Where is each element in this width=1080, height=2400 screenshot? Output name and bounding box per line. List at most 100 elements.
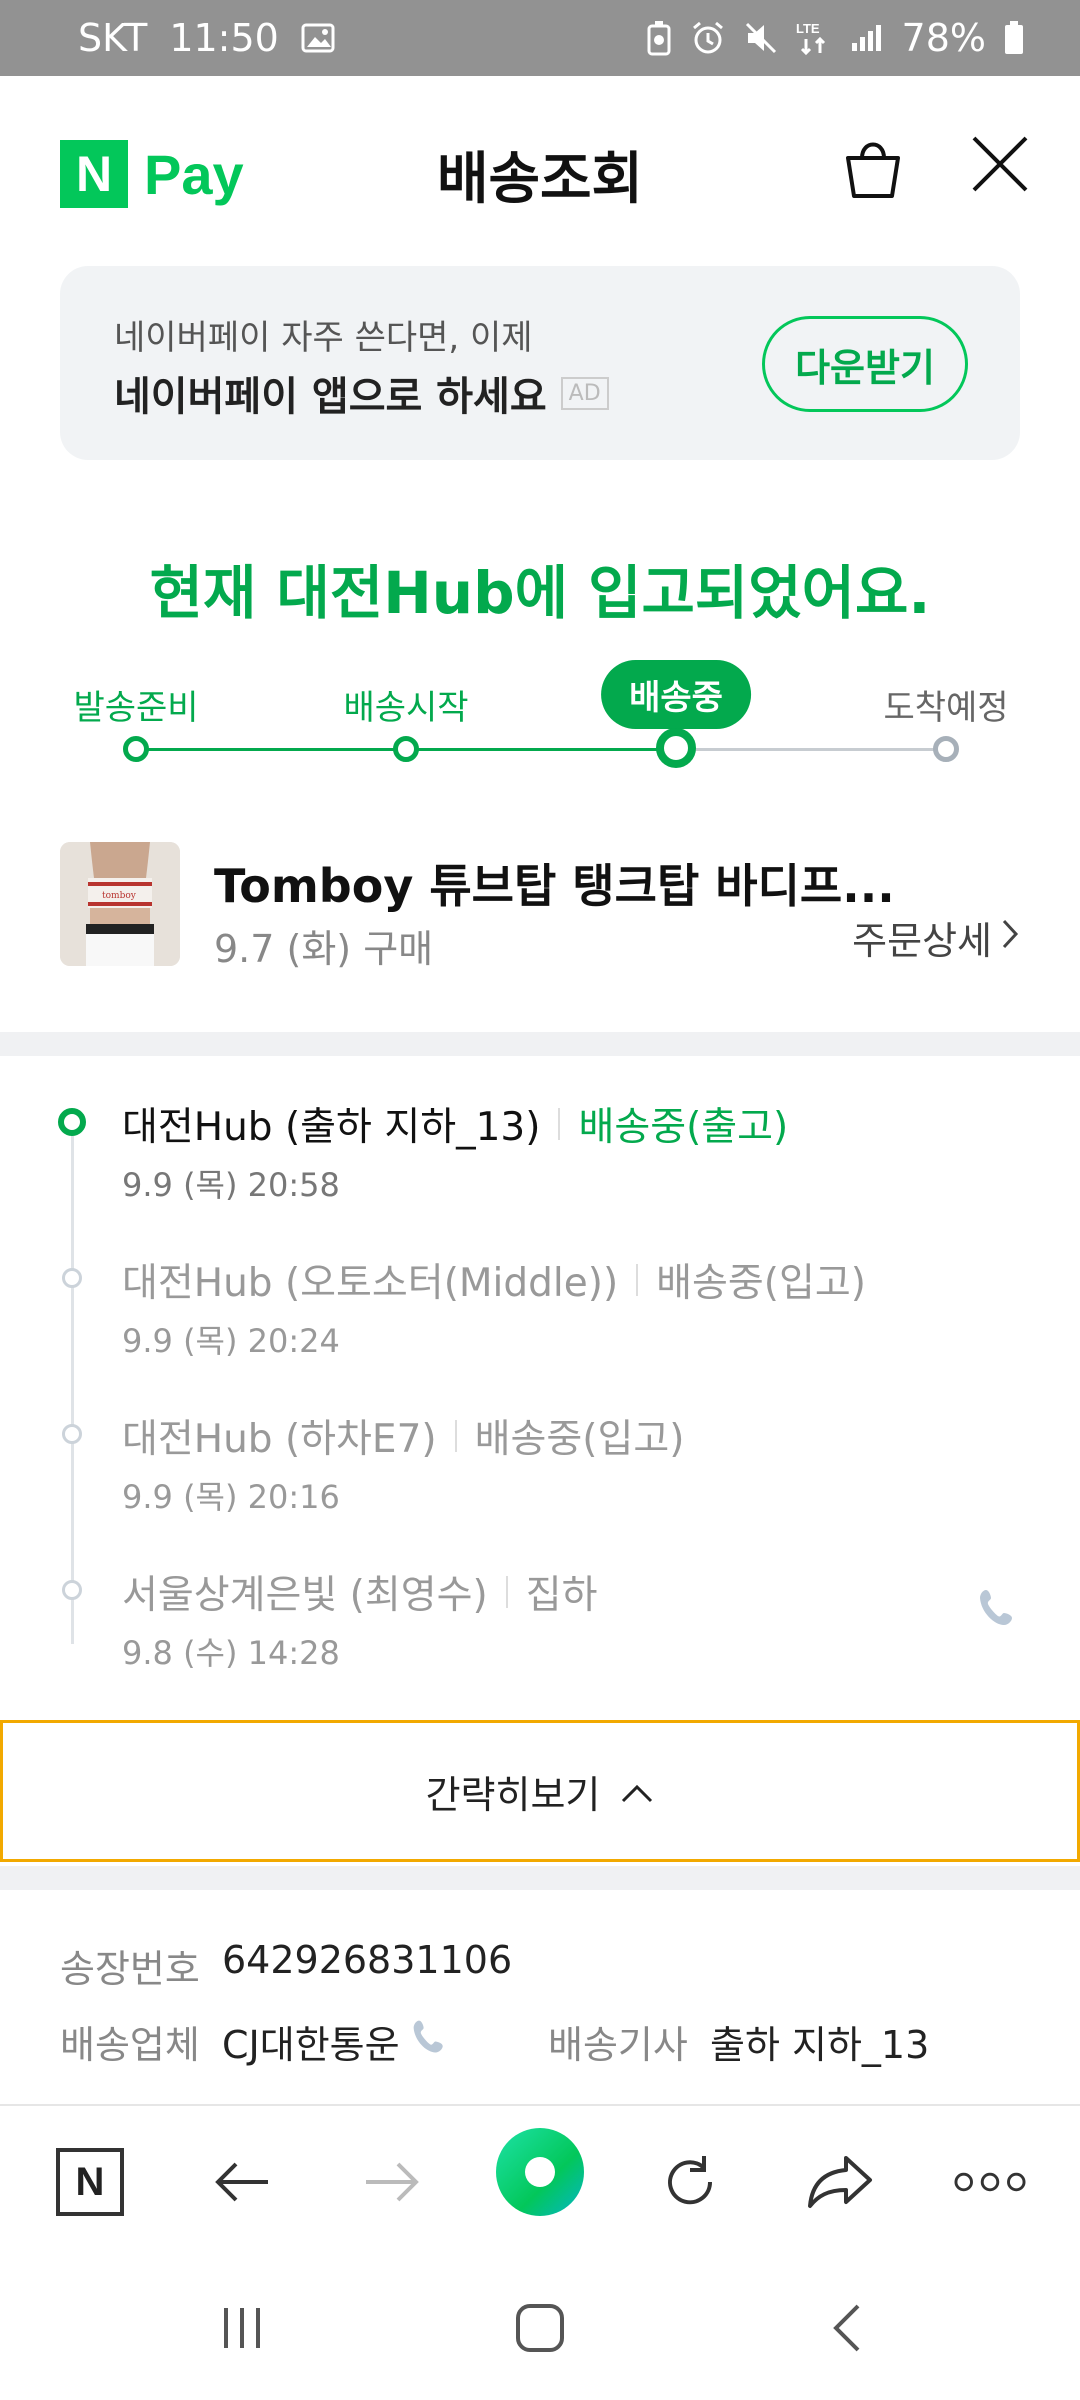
- timeline-title: 대전Hub (출하 지하_13) 배송중(출고): [122, 1096, 788, 1152]
- product-thumbnail[interactable]: tomboy: [60, 842, 180, 966]
- timeline-item: 대전Hub (출하 지하_13) 배송중(출고) 9.9 (목) 20:58: [0, 1056, 1080, 1206]
- step-dot-started: [393, 736, 419, 762]
- clock-text: 11:50: [169, 16, 279, 60]
- timeline-time: 9.9 (목) 20:24: [122, 1322, 340, 1360]
- section-divider: [0, 1866, 1080, 1890]
- carrier-text: SKT: [78, 16, 148, 60]
- carrier-name: CJ대한통운: [222, 2023, 400, 2067]
- ad-subtitle: 네이버페이 자주 쓴다면, 이제: [114, 318, 533, 358]
- tracking-timeline: 대전Hub (출하 지하_13) 배송중(출고) 9.9 (목) 20:58 대…: [0, 1056, 1080, 1716]
- recent-apps-icon[interactable]: [212, 2298, 272, 2358]
- timeline-location: 대전Hub (오토소터(Middle)): [122, 1261, 619, 1306]
- section-divider: [0, 1032, 1080, 1056]
- timeline-status: 배송중(입고): [656, 1261, 867, 1306]
- timeline-location: 대전Hub (출하 지하_13): [122, 1105, 541, 1150]
- timeline-location: 대전Hub (하차E7): [122, 1417, 437, 1462]
- battery-text: 78%: [901, 16, 986, 60]
- carrier-value: CJ대한통운: [222, 2014, 450, 2069]
- step-dot-ready: [123, 736, 149, 762]
- timeline-item: 대전Hub (하차E7) 배송중(입고) 9.9 (목) 20:16: [0, 1368, 1080, 1518]
- green-dot-button[interactable]: [496, 2128, 584, 2216]
- order-detail-link[interactable]: 주문상세: [852, 910, 1022, 965]
- timeline-status: 집하: [525, 1573, 598, 1618]
- system-back-icon[interactable]: [818, 2298, 878, 2358]
- green-dot-inner: [525, 2157, 555, 2187]
- ad-banner[interactable]: 네이버페이 자주 쓴다면, 이제 네이버페이 앱으로 하세요 AD 다운받기: [60, 266, 1020, 460]
- share-icon[interactable]: [804, 2146, 876, 2218]
- chevron-right-icon: [1000, 916, 1022, 960]
- product-summary: tomboy Tomboy 튜브탑 탱크탑 바디프... 9.7 (화) 구매 …: [0, 840, 1080, 971]
- more-menu-icon[interactable]: [954, 2146, 1026, 2218]
- invoice-label: 송장번호: [60, 1947, 200, 1991]
- download-button[interactable]: 다운받기: [762, 316, 968, 412]
- timeline-dot: [62, 1580, 82, 1600]
- naver-home-button[interactable]: N: [54, 2146, 126, 2218]
- back-arrow-icon[interactable]: [206, 2146, 278, 2218]
- battery-saver-icon: [646, 20, 672, 56]
- step-label-started: 배송시작: [343, 688, 469, 728]
- timeline-time: 9.8 (수) 14:28: [122, 1634, 340, 1672]
- driver-label: 배송기사: [548, 2023, 688, 2067]
- timeline-dot: [62, 1424, 82, 1444]
- delivery-headline: 현재 대전Hub에 입고되었어요.: [149, 559, 931, 627]
- step-dot-in-transit: [656, 728, 696, 768]
- separator: [505, 1576, 508, 1608]
- driver-name: 출하 지하_13: [710, 2023, 930, 2067]
- chevron-up-icon: [620, 1769, 654, 1813]
- timeline-dot: [62, 1268, 82, 1288]
- timeline-location: 서울상계은빛 (최영수): [122, 1573, 488, 1618]
- signal-icon: [850, 23, 884, 53]
- phone-icon[interactable]: [976, 1586, 1020, 1630]
- mute-icon: [744, 21, 778, 55]
- forward-arrow-icon[interactable]: [356, 2146, 428, 2218]
- cart-icon[interactable]: [838, 132, 908, 202]
- step-label-ready: 발송준비: [73, 688, 199, 728]
- collapse-label: 간략히보기: [425, 1772, 601, 1817]
- system-nav-bar: [0, 2254, 1080, 2400]
- collapse-button[interactable]: 간략히보기: [0, 1720, 1080, 1862]
- step-label-in-transit: 배송중: [601, 660, 751, 729]
- purchase-date: 9.7 (화) 구매: [214, 927, 434, 971]
- refresh-icon[interactable]: [654, 2146, 726, 2218]
- ad-main-text: 네이버페이 앱으로 하세요 AD: [114, 364, 609, 422]
- order-detail-label: 주문상세: [852, 919, 992, 963]
- naver-n-icon: N: [56, 2148, 124, 2216]
- timeline-title: 서울상계은빛 (최영수) 집하: [122, 1564, 598, 1620]
- timeline-title: 대전Hub (하차E7) 배송중(입고): [122, 1408, 684, 1464]
- page-title: 배송조회: [436, 147, 644, 212]
- ad-badge: AD: [560, 376, 609, 410]
- separator: [636, 1264, 639, 1296]
- shipment-info: 송장번호 642926831106 배송업체 CJ대한통운 배송기사 출하 지하…: [0, 1890, 1080, 2100]
- separator: [558, 1108, 561, 1140]
- timeline-item: 대전Hub (오토소터(Middle)) 배송중(입고) 9.9 (목) 20:…: [0, 1212, 1080, 1362]
- timeline-status: 배송중(출고): [578, 1105, 789, 1150]
- timeline-status: 배송중(입고): [474, 1417, 685, 1462]
- svg-text:LTE: LTE: [796, 21, 820, 36]
- progress-track-remaining: [676, 748, 946, 751]
- delivery-progress: 발송준비 배송시작 배송중 도착예정: [0, 650, 1080, 770]
- invoice-number-text: 642926831106: [222, 1938, 513, 1982]
- timeline-title: 대전Hub (오토소터(Middle)) 배송중(입고): [122, 1252, 866, 1308]
- driver-value: 출하 지하_13: [710, 2014, 929, 2069]
- timeline-time: 9.9 (목) 20:58: [122, 1166, 340, 1204]
- timeline-time: 9.9 (목) 20:16: [122, 1478, 340, 1516]
- battery-icon: [1004, 21, 1024, 55]
- home-icon[interactable]: [510, 2298, 570, 2358]
- step-dot-arrival: [933, 736, 959, 762]
- timeline-item: 서울상계은빛 (최영수) 집하 9.8 (수) 14:28: [0, 1524, 1080, 1674]
- separator: [454, 1420, 457, 1452]
- svg-text:tomboy: tomboy: [102, 891, 137, 901]
- carrier-label: 배송업체: [60, 2023, 200, 2067]
- status-bar: SKT 11:50 LTE 78%: [0, 0, 1080, 76]
- carrier-phone-icon[interactable]: [410, 2017, 450, 2066]
- lte-icon: LTE: [796, 19, 832, 57]
- alarm-icon: [690, 20, 726, 56]
- ad-main-label: 네이버페이 앱으로 하세요: [114, 374, 547, 420]
- browser-toolbar: N: [0, 2104, 1080, 2254]
- product-name[interactable]: Tomboy 튜브탑 탱크탑 바디프...: [214, 850, 895, 916]
- close-icon[interactable]: [968, 132, 1032, 196]
- step-label-arrival: 도착예정: [883, 688, 1009, 728]
- header: N Pay 배송조회: [0, 76, 1080, 266]
- timeline-dot-current: [58, 1108, 86, 1136]
- invoice-number: 642926831106: [222, 1938, 512, 1982]
